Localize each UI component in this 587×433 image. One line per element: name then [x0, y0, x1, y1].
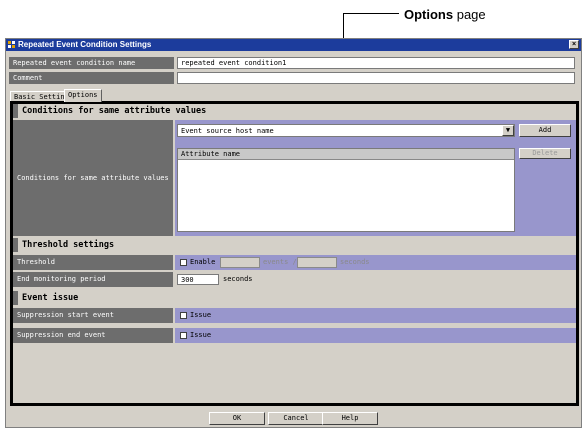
- close-button[interactable]: ×: [569, 40, 579, 49]
- issue-start-label: Issue: [190, 311, 212, 319]
- comment-label: Comment: [9, 72, 174, 84]
- section-marker: [13, 104, 18, 118]
- events-unit: events /: [263, 258, 297, 266]
- section-title: Threshold settings: [22, 240, 115, 250]
- help-button[interactable]: Help: [322, 412, 378, 425]
- callout-rest: page: [453, 7, 486, 22]
- section-same-attribute: Conditions for same attribute values: [13, 104, 576, 118]
- events-count-input[interactable]: [220, 257, 260, 268]
- seconds-input[interactable]: [297, 257, 337, 268]
- attribute-dropdown[interactable]: Event source host name: [177, 124, 515, 137]
- tab-options[interactable]: Options: [64, 89, 102, 102]
- enable-checkbox[interactable]: [180, 259, 187, 266]
- section-title: Conditions for same attribute values: [22, 106, 207, 116]
- name-label: Repeated event condition name: [9, 57, 174, 69]
- callout-line-horizontal: [343, 13, 399, 14]
- section-marker: [13, 291, 18, 305]
- name-field[interactable]: repeated event condition1: [177, 57, 575, 69]
- comment-field[interactable]: [177, 72, 575, 84]
- window-title: Repeated Event Condition Settings: [18, 40, 152, 49]
- attribute-list[interactable]: Attribute name: [177, 148, 515, 232]
- threshold-row: Enable events / seconds: [175, 255, 576, 270]
- delete-button[interactable]: Delete: [519, 148, 571, 159]
- dropdown-value: Event source host name: [181, 127, 274, 135]
- callout-bold: Options: [404, 7, 454, 22]
- threshold-label: Threshold: [13, 255, 173, 270]
- section-marker: [13, 238, 18, 252]
- issue-start-checkbox[interactable]: [180, 312, 187, 319]
- section-title: Event issue: [22, 293, 79, 303]
- same-attribute-area: Event source host name ▼ Add Delete Attr…: [175, 120, 576, 236]
- suppression-start-label: Suppression start event: [13, 308, 173, 323]
- end-monitoring-input[interactable]: 300: [177, 274, 219, 285]
- issue-end-checkbox[interactable]: [180, 332, 187, 339]
- same-attribute-label: Conditions for same attribute values: [13, 120, 173, 236]
- suppression-start-row: Issue: [175, 308, 576, 323]
- chevron-down-icon[interactable]: ▼: [502, 125, 514, 136]
- section-event-issue: Event issue: [13, 291, 576, 305]
- end-monitoring-label: End monitoring period: [13, 272, 173, 287]
- end-monitoring-row: 300 seconds: [175, 272, 576, 287]
- options-page-callout: Options page: [404, 7, 486, 22]
- attribute-list-header: Attribute name: [178, 149, 514, 160]
- section-threshold: Threshold settings: [13, 238, 576, 252]
- title-bar[interactable]: Repeated Event Condition Settings ×: [6, 39, 581, 51]
- suppression-end-label: Suppression end event: [13, 328, 173, 343]
- seconds-unit: seconds: [340, 258, 370, 266]
- add-button[interactable]: Add: [519, 124, 571, 137]
- repeated-event-condition-dialog: Repeated Event Condition Settings × Repe…: [5, 38, 582, 428]
- end-monitoring-unit: seconds: [223, 275, 253, 283]
- issue-end-label: Issue: [190, 331, 212, 339]
- app-icon: [8, 41, 15, 48]
- ok-button[interactable]: OK: [209, 412, 265, 425]
- enable-label: Enable: [190, 258, 216, 266]
- cancel-button[interactable]: Cancel: [268, 412, 324, 425]
- options-panel: Conditions for same attribute values Con…: [10, 101, 579, 406]
- suppression-end-row: Issue: [175, 328, 576, 343]
